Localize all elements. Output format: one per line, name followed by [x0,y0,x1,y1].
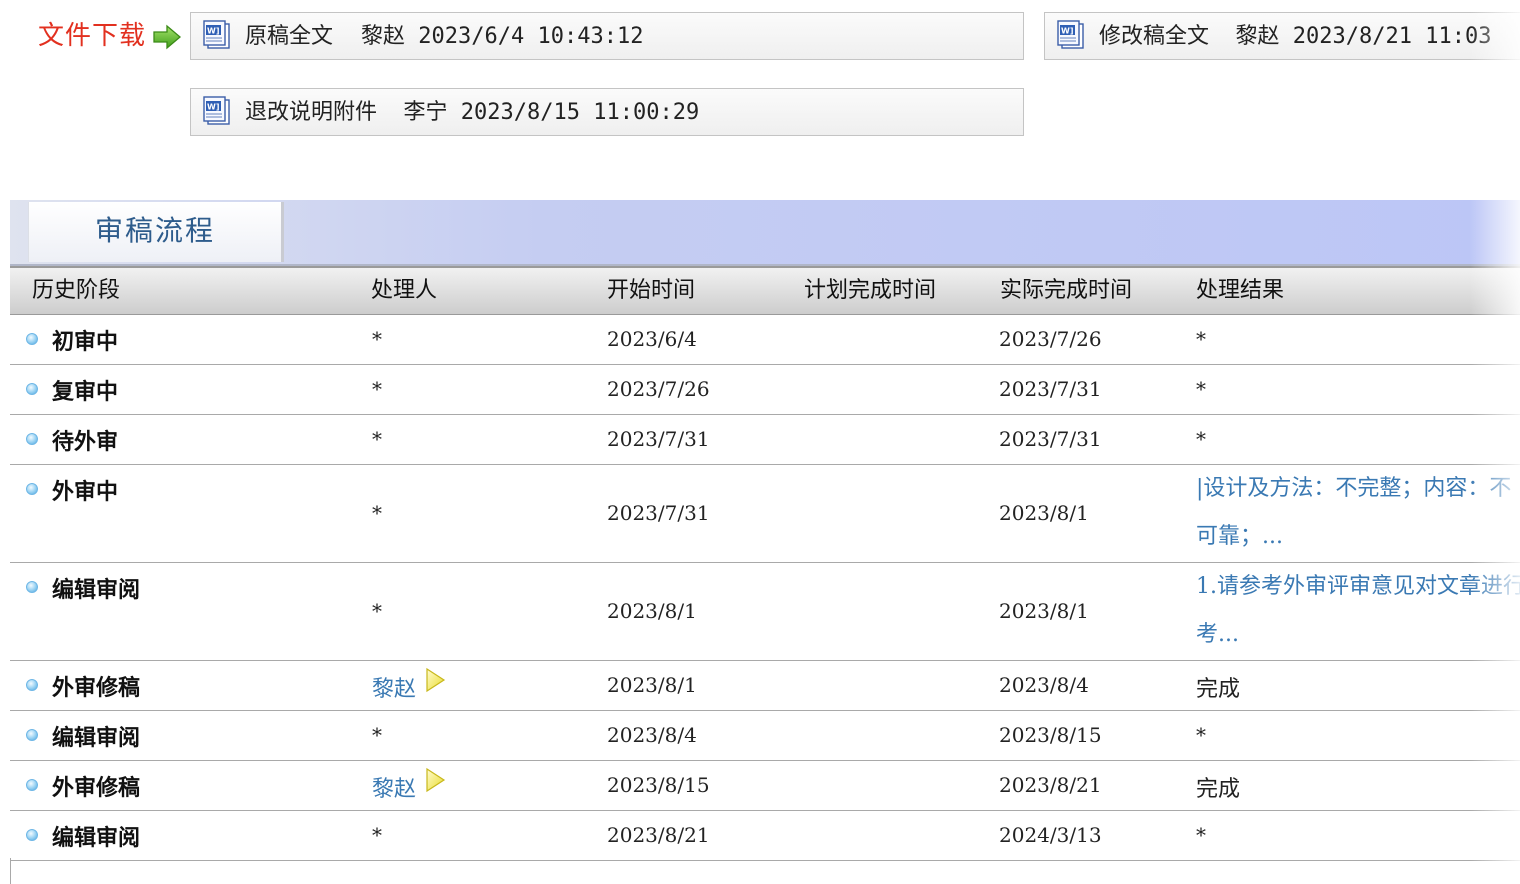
table-row: 复审中 * 2023/7/26 2023/7/31 * [10,365,1520,415]
row-actual: 2023/8/21 [999,773,1102,797]
row-actual: 2023/7/31 [999,427,1102,451]
row-handler: * [372,327,382,351]
svg-text:W]: W] [207,27,219,36]
word-document-icon: W] [1057,20,1084,49]
row-handler: * [372,501,382,525]
row-start: 2023/7/26 [607,377,710,401]
row-actual: 2024/3/13 [999,823,1102,847]
row-start: 2023/8/21 [607,823,710,847]
row-stage: 外审修稿 [52,676,141,701]
row-handler: * [372,599,382,623]
table-row: 编辑审阅 * 2023/8/1 2023/8/1 1.请参考外审评审意见对文章进… [10,563,1520,661]
row-start: 2023/7/31 [607,501,710,525]
word-document-icon: W] [203,96,230,125]
row-result: 完成 [1196,777,1241,802]
yellow-play-icon[interactable] [424,767,446,793]
row-result: * [1196,327,1206,351]
file-uploader: 李宁 [403,100,448,125]
row-start: 2023/6/4 [607,327,697,351]
row-stage: 外审修稿 [52,776,141,801]
blue-bullet-icon [26,779,38,791]
file-time: 2023/8/21 11:03 [1292,24,1492,49]
row-handler-link[interactable]: 黎赵 [372,771,416,803]
blue-bullet-icon [26,729,38,741]
file-name: 修改稿全文 [1099,24,1210,49]
row-actual: 2023/8/15 [999,723,1102,747]
row-result-link[interactable]: |设计及方法：不完整；内容：不 [1196,465,1511,513]
table-row: 外审中 * 2023/7/31 2023/8/1 |设计及方法：不完整；内容：不… [10,465,1520,563]
row-actual: 2023/7/31 [999,377,1102,401]
row-stage: 待外审 [52,430,119,455]
table-row: 待外审 * 2023/7/31 2023/7/31 * [10,415,1520,465]
row-start: 2023/8/1 [607,599,697,623]
blue-bullet-icon [26,581,38,593]
blue-bullet-icon [26,829,38,841]
table-row: 编辑审阅 * 2023/8/21 2024/3/13 * [10,811,1520,861]
row-start: 2023/8/4 [607,723,697,747]
blue-bullet-icon [26,483,38,495]
row-stage: 编辑审阅 [52,726,141,751]
row-actual: 2023/7/26 [999,327,1102,351]
header-actual: 实际完成时间 [1000,278,1133,303]
svg-text:W]: W] [1061,27,1073,36]
row-actual: 2023/8/4 [999,673,1089,697]
table-header: 历史阶段 处理人 开始时间 计划完成时间 实际完成时间 处理结果 [10,266,1520,315]
row-stage: 初审中 [52,330,119,355]
row-result: * [1196,723,1206,747]
row-actual: 2023/8/1 [999,599,1089,623]
table-row: 编辑审阅 * 2023/8/4 2023/8/15 * [10,711,1520,761]
blue-bullet-icon [26,433,38,445]
row-stage: 编辑审阅 [52,826,141,851]
file-uploader: 黎赵 [1235,24,1280,49]
row-handler: * [372,823,382,847]
blue-bullet-icon [26,333,38,345]
blue-bullet-icon [26,679,38,691]
table-row: 初审中 * 2023/6/4 2023/7/26 * [10,315,1520,365]
header-result: 处理结果 [1196,278,1285,303]
row-stage: 外审中 [52,480,119,505]
row-handler: * [372,427,382,451]
header-start: 开始时间 [607,278,696,303]
row-stage: 编辑审阅 [52,578,141,603]
table-row: 外审修稿 黎赵 2023/8/15 2023/8/21 完成 [10,761,1520,811]
header-handler: 处理人 [371,278,438,303]
row-result-link[interactable]: 1.请参考外审评审意见对文章进行 [1196,563,1520,611]
row-start: 2023/8/15 [607,773,710,797]
header-stage: 历史阶段 [32,278,121,303]
file-original-manuscript[interactable]: W] 原稿全文 黎赵 2023/6/4 10:43:12 [190,12,1024,60]
row-handler: * [372,723,382,747]
table-left-border [10,858,11,884]
row-result-link-cont[interactable]: 考... [1196,611,1239,659]
header-planned: 计划完成时间 [804,278,937,303]
green-arrow-right-icon [153,24,182,50]
file-revision-notes[interactable]: W] 退改说明附件 李宁 2023/8/15 11:00:29 [190,88,1024,136]
row-handler-link[interactable]: 黎赵 [372,671,416,703]
file-time: 2023/8/15 11:00:29 [460,100,700,125]
file-time: 2023/6/4 10:43:12 [418,24,644,49]
review-history-table: 历史阶段 处理人 开始时间 计划完成时间 实际完成时间 处理结果 初审中 * 2… [10,266,1520,861]
file-download-label: 文件下载 [38,21,147,51]
table-row: 外审修稿 黎赵 2023/8/1 2023/8/4 完成 [10,661,1520,711]
yellow-play-icon[interactable] [424,667,446,693]
file-name: 原稿全文 [245,24,334,49]
tab-bar: 审稿流程 [10,200,1520,266]
row-result: 完成 [1196,677,1241,702]
row-result: * [1196,823,1206,847]
svg-text:W]: W] [207,103,219,112]
row-result: * [1196,377,1206,401]
file-uploader: 黎赵 [361,24,406,49]
row-stage: 复审中 [52,380,119,405]
row-result: * [1196,427,1206,451]
word-document-icon: W] [203,20,230,49]
row-handler: * [372,377,382,401]
row-result-link-cont[interactable]: 可靠；... [1196,513,1283,561]
tab-review-process[interactable]: 审稿流程 [28,202,284,262]
row-actual: 2023/8/1 [999,501,1089,525]
row-start: 2023/8/1 [607,673,697,697]
row-start: 2023/7/31 [607,427,710,451]
blue-bullet-icon [26,383,38,395]
file-name: 退改说明附件 [245,100,378,125]
file-revised-manuscript[interactable]: W] 修改稿全文 黎赵 2023/8/21 11:03 [1044,12,1520,60]
